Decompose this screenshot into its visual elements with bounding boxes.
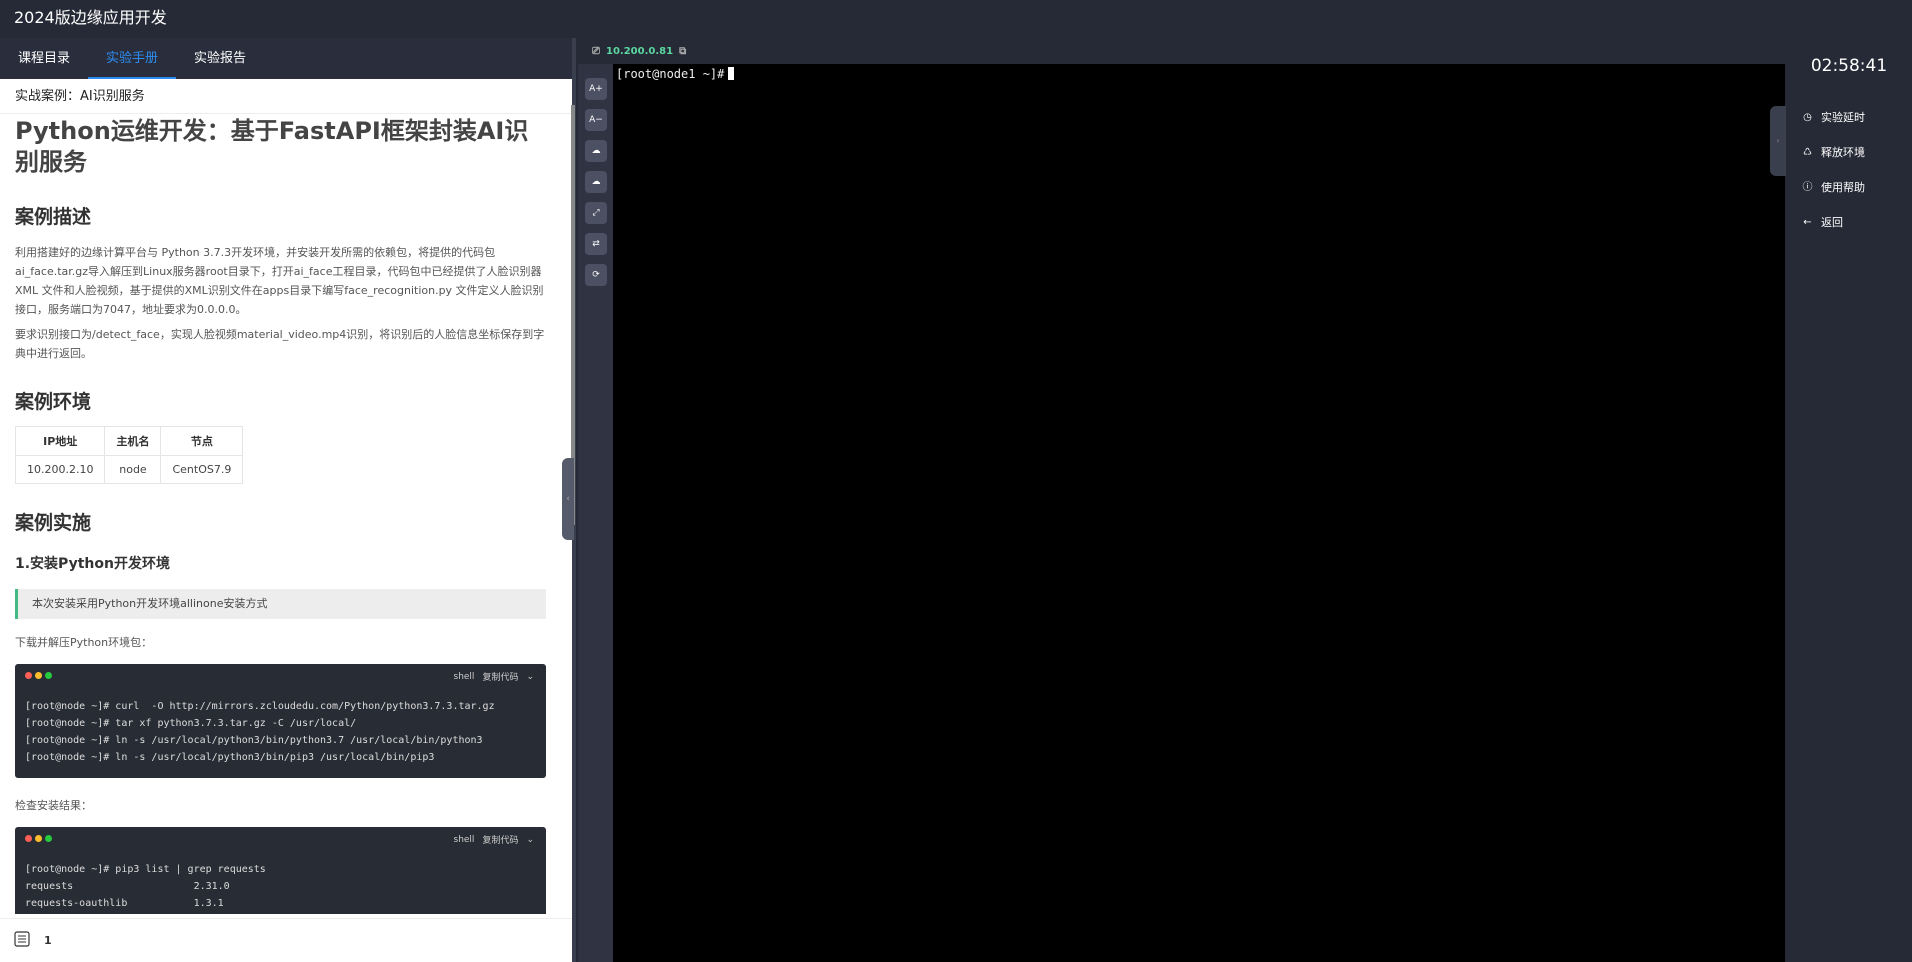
- dot-red: [25, 835, 32, 842]
- breadcrumb: 实战案例：AI识别服务: [0, 79, 572, 114]
- code-line: requests 2.31.0: [25, 881, 230, 892]
- sidebar-item-label: 释放环境: [1821, 146, 1865, 159]
- table-cell: node: [104, 455, 162, 484]
- terminal-ip: 10.200.0.81: [606, 45, 674, 57]
- tab-bar: 课程目录 实验手册 实验报告: [0, 38, 572, 79]
- upload-icon[interactable]: ☁: [585, 140, 607, 162]
- tab-lab-report[interactable]: 实验报告: [176, 38, 264, 79]
- copy-code-button[interactable]: 复制代码: [482, 670, 518, 683]
- subsection-install-python: 1.安装Python开发环境: [15, 556, 170, 572]
- dot-red: [25, 672, 32, 679]
- copy-code-button[interactable]: 复制代码: [482, 833, 518, 846]
- sidebar-item-back[interactable]: ← 返回: [1802, 214, 1843, 230]
- sidebar-item-label: 返回: [1821, 216, 1843, 229]
- countdown-timer: 02:58:41: [1810, 56, 1888, 76]
- sidebar-toggle[interactable]: ›: [1770, 106, 1786, 176]
- table-cell: CentOS7.9: [160, 455, 244, 484]
- code-header: shell 复制代码 ⌄: [453, 670, 535, 684]
- section-case-description: 案例描述: [15, 206, 92, 228]
- right-sidebar: 02:58:41 ◷ 实验延时 ♺ 释放环境 ⓘ 使用帮助 ← 返回: [1786, 38, 1912, 962]
- code-lang: shell: [453, 834, 475, 845]
- code-line: [root@node ~]# pip3 list | grep requests: [25, 864, 266, 875]
- terminal-cursor: [728, 67, 735, 80]
- terminal-screen[interactable]: [root@node1 ~]#: [613, 64, 1785, 962]
- sidebar-item-help[interactable]: ⓘ 使用帮助: [1802, 179, 1866, 195]
- sidebar-item-extend[interactable]: ◷ 实验延时: [1802, 109, 1865, 125]
- code-block: shell 复制代码 ⌄ [root@node ~]# curl -O http…: [15, 664, 546, 778]
- terminal-prompt: [root@node1 ~]#: [616, 67, 725, 81]
- table-row: 10.200.2.10 node CentOS7.9: [14, 455, 244, 484]
- collapse-icon[interactable]: ⌄: [526, 835, 534, 845]
- arrow-left-icon: ←: [1803, 216, 1812, 228]
- collapse-icon[interactable]: ⌄: [526, 672, 534, 682]
- tab-lab-manual[interactable]: 实验手册: [88, 38, 177, 79]
- window-dots: [25, 835, 52, 842]
- code-line: [root@node ~]# ln -s /usr/local/python3/…: [25, 735, 483, 746]
- toc-icon[interactable]: [14, 930, 30, 951]
- code-line: [root@node ~]# curl -O http://mirrors.zc…: [25, 701, 495, 712]
- terminal-toolbar: A+ A− ☁ ☁ ⤢ ⇄ ⟳: [578, 64, 613, 962]
- clock-icon: ◷: [1803, 111, 1812, 123]
- dot-green: [45, 672, 52, 679]
- terminal-header: ⎚ 10.200.0.81 ⧉: [578, 38, 1786, 64]
- copy-icon[interactable]: ⧉: [679, 46, 686, 57]
- table-cell: 10.200.2.10: [14, 455, 106, 484]
- code-lang: shell: [453, 671, 475, 682]
- window-dots: [25, 672, 52, 679]
- panel-collapse-handle[interactable]: ‹: [562, 458, 574, 540]
- sidebar-item-label: 使用帮助: [1821, 181, 1865, 194]
- switch-icon[interactable]: ⇄: [585, 233, 607, 255]
- code-line: requests-oauthlib 1.3.1: [25, 898, 224, 909]
- refresh-icon[interactable]: ⟳: [585, 264, 607, 286]
- table-header: IP地址: [14, 426, 106, 456]
- terminal-icon: ⎚: [592, 45, 600, 57]
- code-line: [root@node ~]# ln -s /usr/local/python3/…: [25, 752, 435, 763]
- font-increase-button[interactable]: A+: [585, 78, 607, 100]
- recycle-icon: ♺: [1803, 146, 1812, 158]
- font-decrease-button[interactable]: A−: [585, 109, 607, 131]
- code-header: shell 复制代码 ⌄: [453, 833, 535, 847]
- para-download: 下载并解压Python环境包：: [15, 636, 153, 649]
- sidebar-item-label: 实验延时: [1821, 111, 1865, 124]
- terminal-line: [root@node1 ~]#: [616, 66, 735, 82]
- tab-course-catalog[interactable]: 课程目录: [0, 38, 88, 79]
- desc-paragraph-1: 利用搭建好的边缘计算平台与 Python 3.7.3开发环境，并安装开发所需的依…: [15, 246, 544, 316]
- section-case-environment: 案例环境: [15, 391, 92, 413]
- app-title: 2024版边缘应用开发: [0, 0, 1912, 38]
- desc-paragraph-2: 要求识别接口为/detect_face，实现人脸视频material_video…: [15, 328, 545, 360]
- dot-green: [45, 835, 52, 842]
- lab-manual-panel: 课程目录 实验手册 实验报告 实战案例：AI识别服务 Python运维开发：基于…: [0, 38, 572, 962]
- download-icon[interactable]: ☁: [585, 171, 607, 193]
- code-block: shell 复制代码 ⌄ [root@node ~]# pip3 list | …: [15, 827, 546, 914]
- help-icon: ⓘ: [1802, 181, 1813, 193]
- table-header: 节点: [160, 426, 244, 456]
- note-quote: 本次安装采用Python开发环境allinone安装方式: [15, 589, 546, 619]
- manual-footer: 1: [0, 918, 572, 962]
- para-check: 检查安装结果：: [15, 799, 92, 812]
- page-number: 1: [44, 934, 52, 947]
- environment-table: IP地址 主机名 节点 10.200.2.10 node CentOS7.9: [14, 426, 244, 484]
- manual-content[interactable]: Python运维开发：基于FastAPI框架封装AI识别服务 案例描述 利用搭建…: [0, 114, 566, 914]
- dot-yellow: [35, 672, 42, 679]
- table-header: 主机名: [104, 426, 162, 456]
- code-line: [root@node ~]# tar xf python3.7.3.tar.gz…: [25, 718, 357, 729]
- fullscreen-icon[interactable]: ⤢: [585, 202, 607, 224]
- sidebar-item-release[interactable]: ♺ 释放环境: [1802, 144, 1865, 160]
- doc-title: Python运维开发：基于FastAPI框架封装AI识别服务: [15, 117, 529, 176]
- dot-yellow: [35, 835, 42, 842]
- section-case-implementation: 案例实施: [15, 512, 92, 534]
